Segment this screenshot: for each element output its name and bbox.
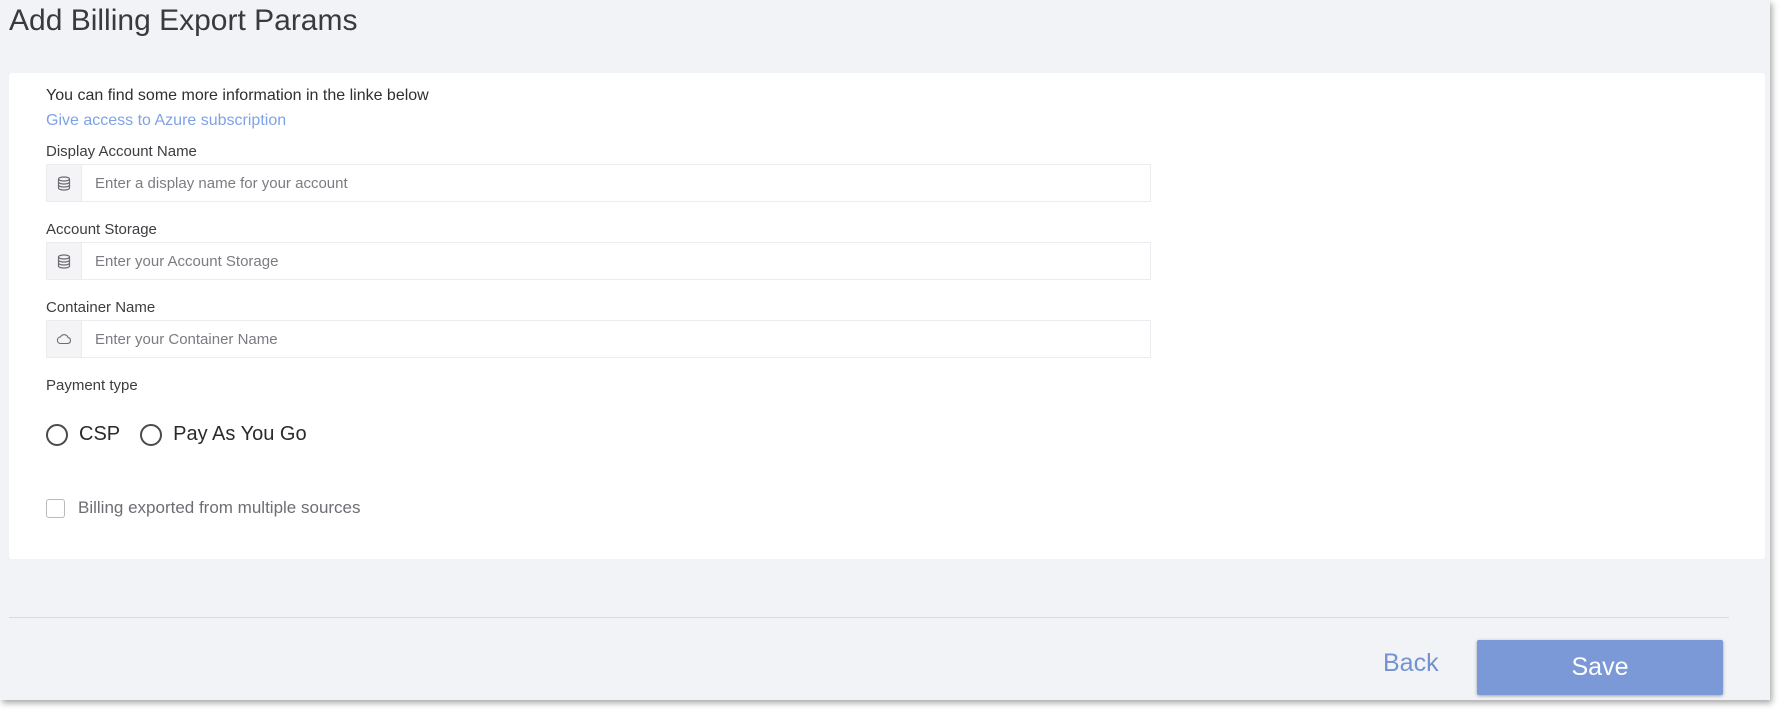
radio-label-csp: CSP [79, 423, 121, 445]
account-storage-group [46, 242, 1151, 280]
radio-button[interactable] [140, 423, 163, 446]
account-storage-input[interactable] [82, 243, 1150, 279]
radio-option-csp[interactable]: CSP [46, 423, 120, 446]
display-account-name-group [46, 164, 1151, 202]
database-icon [47, 243, 82, 279]
footer-divider [9, 617, 1729, 618]
back-button[interactable]: Back [1383, 649, 1439, 678]
multiple-sources-label: Billing exported from multiple sources [78, 498, 361, 517]
payment-type-radio-group: CSP Pay As You Go [46, 423, 327, 446]
page-container: Add Billing Export Params You can find s… [0, 0, 1770, 700]
database-icon [47, 165, 82, 201]
container-name-input[interactable] [82, 321, 1150, 357]
form-card: You can find some more information in th… [9, 73, 1765, 559]
account-storage-label: Account Storage [46, 221, 157, 238]
multiple-sources-checkbox-row[interactable]: Billing exported from multiple sources [46, 498, 361, 518]
multiple-sources-checkbox[interactable] [46, 498, 65, 518]
radio-option-pay-as-you-go[interactable]: Pay As You Go [140, 423, 307, 446]
container-name-label: Container Name [46, 299, 156, 316]
container-name-group [46, 320, 1151, 358]
page-title: Add Billing Export Params [9, 4, 358, 37]
save-button[interactable]: Save [1477, 640, 1723, 695]
radio-button[interactable] [46, 423, 68, 446]
azure-access-link[interactable]: Give access to Azure subscription [46, 112, 286, 130]
radio-label-pay-as-you-go: Pay As You Go [173, 423, 307, 445]
display-account-name-label: Display Account Name [46, 143, 197, 160]
payment-type-label: Payment type [46, 377, 138, 394]
display-account-name-input[interactable] [82, 165, 1150, 201]
cloud-icon [47, 321, 82, 357]
info-text: You can find some more information in th… [46, 87, 429, 104]
